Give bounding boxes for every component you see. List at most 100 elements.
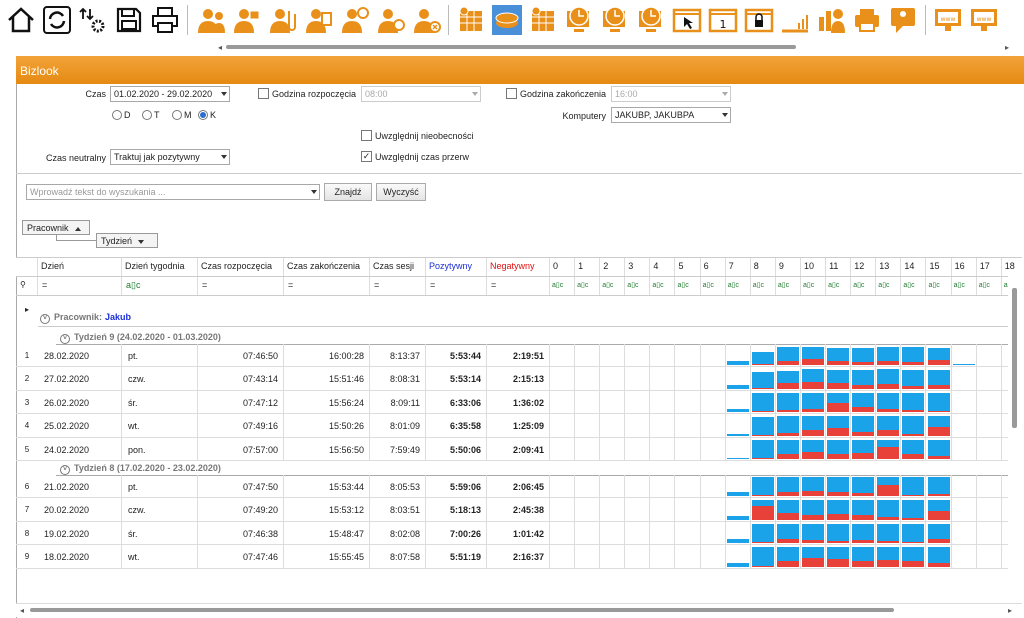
filter-pozytywny[interactable]: = [426, 277, 487, 295]
header-dzien_tygodnia[interactable]: Dzień tygodnia [122, 258, 198, 276]
collapse-icon[interactable]: ˅ [60, 465, 70, 475]
filter-hour[interactable]: a▯c [600, 277, 626, 295]
group-chip-pracownik[interactable]: Pracownik [22, 220, 90, 235]
header-hour[interactable]: 11 [826, 258, 852, 276]
filter-hour[interactable]: a▯c [801, 277, 827, 295]
lock-window-button[interactable] [742, 2, 776, 38]
filter-hour[interactable]: a▯c [726, 277, 751, 295]
number-window-button[interactable]: 1 [706, 2, 740, 38]
header-hour[interactable]: 1 [575, 258, 601, 276]
web-monitor-button[interactable]: www [931, 2, 965, 38]
filter-czas_sesji[interactable]: = [370, 277, 426, 295]
filter-hour[interactable]: a▯c [650, 277, 676, 295]
toolbar-scroll-thumb[interactable] [226, 45, 796, 49]
user-info-button[interactable] [373, 2, 407, 38]
vertical-scrollbar[interactable] [1008, 276, 1022, 576]
week-group-row[interactable]: ˅ Tydzień 8 (17.02.2020 - 23.02.2020) [60, 463, 221, 475]
filter-hour[interactable]: a▯c [550, 277, 576, 295]
horizontal-scrollbar[interactable]: ◂ ▸ [16, 603, 1022, 617]
radio-dot[interactable] [172, 110, 182, 120]
header-hour[interactable]: 17 [976, 258, 1002, 276]
user-attachment-button[interactable] [265, 2, 299, 38]
collapse-icon[interactable]: ˅ [40, 314, 50, 324]
godz-zak-combo[interactable]: 16:00 [611, 86, 731, 102]
scroll-right-icon[interactable]: ▸ [1008, 606, 1012, 615]
user-lock-button[interactable] [229, 2, 263, 38]
chevron-down-icon[interactable] [722, 92, 728, 96]
filter-dzien[interactable]: = [38, 277, 122, 295]
scroll-left-icon[interactable]: ◂ [20, 606, 24, 615]
table-add-button[interactable] [454, 2, 488, 38]
header-hour[interactable]: 3 [625, 258, 651, 276]
chevron-down-icon[interactable] [221, 155, 227, 159]
scroll-right-icon[interactable]: ▸ [1005, 43, 1009, 52]
user-clock-button[interactable] [337, 2, 371, 38]
radio-dot[interactable] [198, 110, 208, 120]
filter-hour[interactable]: a▯c [676, 277, 701, 295]
horizontal-scroll-thumb[interactable] [30, 608, 894, 612]
home-button[interactable] [4, 2, 38, 38]
godz-rozp-combo[interactable]: 08:00 [361, 86, 481, 102]
employee-group-row[interactable]: ˅ Pracownik: Jakub [40, 312, 131, 324]
group-chip-tydzien[interactable]: Tydzień [96, 233, 158, 248]
radio-t[interactable]: T [142, 110, 160, 120]
filter-negatywny[interactable]: = [487, 277, 550, 295]
header-hour[interactable]: 9 [775, 258, 801, 276]
header-hour[interactable]: 18 [1001, 258, 1024, 276]
radio-k[interactable]: K [198, 110, 216, 120]
filter-hour[interactable]: a▯c [851, 277, 877, 295]
search-input[interactable]: Wprowadź tekst do wyszukania ... [26, 184, 320, 200]
header-czas_sesji[interactable]: Czas sesji [370, 258, 426, 276]
filter-pin-icon[interactable]: ⚲ [16, 277, 38, 295]
header-hour[interactable]: 6 [700, 258, 726, 276]
czas-combo[interactable]: 01.02.2020 - 29.02.2020 [110, 86, 230, 102]
filter-hour[interactable]: a▯c [876, 277, 902, 295]
header-hour[interactable]: 8 [750, 258, 776, 276]
toolbar-scrollbar[interactable]: ◂ ▸ [0, 40, 1024, 54]
radio-dot[interactable] [142, 110, 152, 120]
filter-dzien_tygodnia[interactable]: a▯c [122, 277, 198, 295]
week-group-row[interactable]: ˅ Tydzień 9 (24.02.2020 - 01.03.2020) [60, 332, 221, 344]
filter-hour[interactable]: a▯c [575, 277, 601, 295]
radio-dot[interactable] [112, 110, 122, 120]
filter-hour[interactable]: a▯c [927, 277, 952, 295]
filter-czas_rozp[interactable]: = [198, 277, 284, 295]
filter-hour[interactable]: a▯c [701, 277, 726, 295]
header-negatywny[interactable]: Negatywny [487, 258, 550, 276]
chevron-down-icon[interactable] [221, 92, 227, 96]
scroll-left-icon[interactable]: ◂ [218, 43, 222, 52]
monitor-time-button[interactable] [634, 2, 668, 38]
header-hour[interactable]: 5 [675, 258, 701, 276]
clock-button[interactable] [562, 2, 596, 38]
header-hour[interactable]: 0 [550, 258, 576, 276]
web-settings-button[interactable]: www [967, 2, 1001, 38]
header-hour[interactable]: 12 [851, 258, 877, 276]
chevron-down-icon[interactable] [722, 113, 728, 117]
chevron-down-icon[interactable] [311, 190, 317, 194]
bar-chart-button[interactable] [814, 2, 848, 38]
godz-zak-checkbox[interactable] [506, 88, 517, 99]
przerw-checkbox[interactable]: ✓ [361, 151, 372, 162]
header-czas_zak[interactable]: Czas zakończenia [284, 258, 370, 276]
header-hour[interactable]: 15 [926, 258, 952, 276]
radio-d[interactable]: D [112, 110, 131, 120]
vertical-scroll-thumb[interactable] [1012, 288, 1017, 428]
filter-hour[interactable]: a▯c [776, 277, 801, 295]
collapse-icon[interactable]: ˅ [60, 334, 70, 344]
header-hour[interactable]: 10 [801, 258, 827, 276]
header-hour[interactable]: 14 [901, 258, 927, 276]
filter-czas_zak[interactable]: = [284, 277, 370, 295]
nieobecnosci-checkbox[interactable] [361, 130, 372, 141]
header-dzien[interactable]: Dzień [38, 258, 122, 276]
czas-neutralny-combo[interactable]: Traktuj jak pozytywny [110, 149, 230, 165]
users-group-button[interactable] [193, 2, 227, 38]
header-czas_rozp[interactable]: Czas rozpoczęcia [198, 258, 284, 276]
user-documents-button[interactable] [301, 2, 335, 38]
clear-button[interactable]: Wyczyść [376, 183, 426, 201]
signal-button[interactable] [778, 2, 812, 38]
calendar-table-button[interactable] [526, 2, 560, 38]
radio-m[interactable]: M [172, 110, 192, 120]
cash-button[interactable] [490, 2, 524, 38]
header-hour[interactable]: 7 [725, 258, 751, 276]
settings-sort-button[interactable] [76, 2, 110, 38]
